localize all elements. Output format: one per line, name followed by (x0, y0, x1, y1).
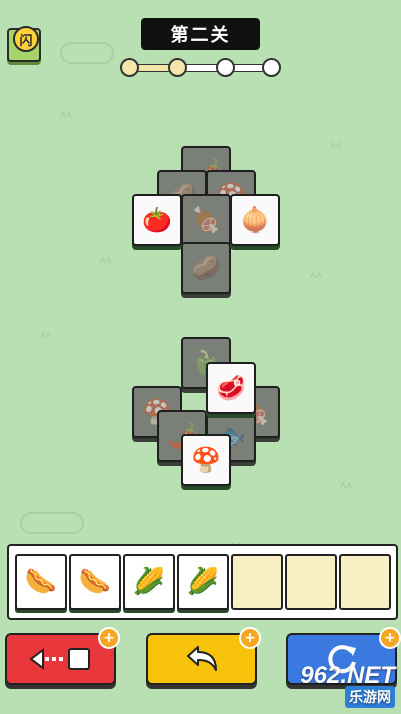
progress-node (216, 58, 235, 77)
tray-slot-empty (339, 554, 391, 610)
onion-icon: 🧅 (240, 206, 270, 234)
add-move-out-icon[interactable]: + (98, 627, 120, 649)
tray-slot-empty (231, 554, 283, 610)
bamboo-shoot-icon: 🌽 (186, 567, 220, 597)
grass-decoration: ʌʌ (330, 140, 342, 151)
cloud-decoration (20, 512, 84, 534)
bottom-tile[interactable]: 🍄 (181, 434, 231, 486)
site-watermark: 962.NET 乐游网 (300, 662, 395, 708)
tray-slot-filled: 🌽 (177, 554, 229, 610)
watermark-site: 乐游网 (345, 686, 395, 708)
grass-decoration: ʌʌ (310, 270, 322, 281)
enoki-icon: 🍄 (191, 446, 221, 474)
undo-arrow-icon (186, 646, 217, 671)
bamboo-shoot-icon: 🌽 (132, 567, 166, 597)
top-tile[interactable]: 🧅 (230, 194, 280, 246)
menu-button[interactable]: 闪 (7, 26, 41, 62)
tomato-icon: 🍅 (142, 206, 172, 234)
top-tile: 🍖 (181, 194, 231, 246)
move-out-icon (28, 648, 90, 670)
add-undo-icon[interactable]: + (239, 627, 261, 649)
top-tile: 🥔 (181, 242, 231, 294)
tray-slot-empty (285, 554, 337, 610)
tray-slot-filled: 🌭 (69, 554, 121, 610)
tray-slot-filled: 🌽 (123, 554, 175, 610)
move-out-button[interactable]: + (5, 627, 120, 685)
sausage-icon: 🌭 (24, 567, 58, 597)
grass-decoration: ʌʌ (40, 330, 52, 341)
steak-icon: 🥩 (216, 374, 246, 402)
potato-icon: 🥔 (191, 254, 221, 282)
progress-node (120, 58, 139, 77)
grass-decoration: ʌʌ (100, 255, 112, 266)
level-progress (120, 58, 281, 77)
undo-button[interactable]: + (146, 627, 261, 685)
tray-slot-filled: 🌭 (15, 554, 67, 610)
cloud-decoration (60, 42, 114, 64)
progress-node (262, 58, 281, 77)
meat-icon: 🍖 (191, 206, 221, 234)
progress-node (168, 58, 187, 77)
menu-badge: 闪 (13, 26, 39, 52)
grass-decoration: ʌʌ (340, 480, 352, 491)
add-shuffle-icon[interactable]: + (379, 627, 401, 649)
sausage-icon: 🌭 (78, 567, 112, 597)
collection-tray: 🌭 🌭 🌽 🌽 (7, 544, 398, 620)
level-title: 第二关 (141, 18, 260, 50)
bottom-tile[interactable]: 🥩 (206, 362, 256, 414)
top-tile[interactable]: 🍅 (132, 194, 182, 246)
grass-decoration: ʌʌ (60, 110, 72, 121)
